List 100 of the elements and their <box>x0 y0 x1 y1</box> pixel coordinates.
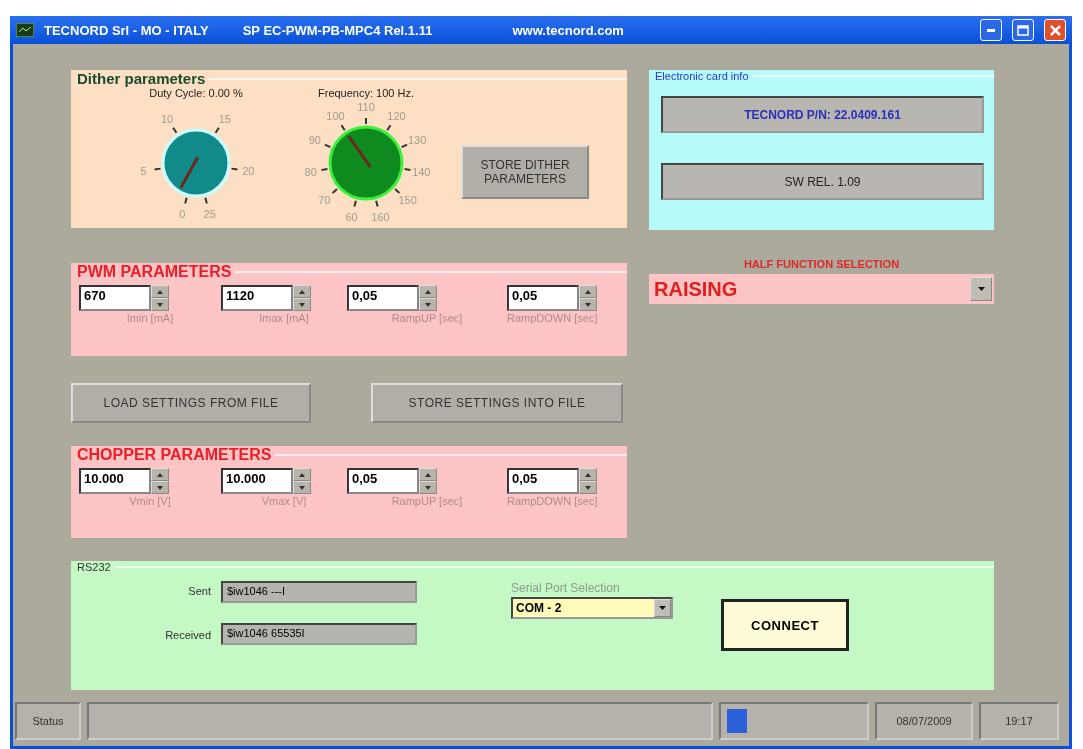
down-arrow-icon <box>425 485 431 490</box>
down-arrow-icon <box>157 302 163 307</box>
up-arrow-icon <box>585 472 591 477</box>
dial-tick-label: 15 <box>218 112 231 125</box>
spin-up-button[interactable] <box>419 285 437 298</box>
dial-tick-label: 140 <box>412 165 431 178</box>
number-field[interactable]: 10.000 <box>79 468 151 494</box>
dial-tick-label: 100 <box>326 110 345 123</box>
connect-button[interactable]: CONNECT <box>721 599 849 651</box>
number-field[interactable]: 0,05 <box>347 285 419 311</box>
down-arrow-icon <box>425 302 431 307</box>
close-button[interactable] <box>1044 19 1066 41</box>
file-button[interactable]: LOAD SETTINGS FROM FILE <box>71 383 311 423</box>
spin-up-button[interactable] <box>151 285 169 298</box>
dial-tick-label: 0 <box>179 208 186 221</box>
knob-caption: Frequency: 100 Hz. <box>318 87 414 99</box>
dropdown-label: Serial Port Selection <box>511 581 621 595</box>
dial-tick-label: 80 <box>304 165 317 178</box>
spin-down-button[interactable] <box>579 481 597 494</box>
up-arrow-icon <box>299 472 305 477</box>
file-button[interactable]: STORE SETTINGS INTO FILE <box>371 383 623 423</box>
status-time: 19:17 <box>979 702 1059 740</box>
dial-tick-label: 160 <box>371 211 390 224</box>
number-field[interactable]: 10.000 <box>221 468 293 494</box>
window-title: TECNORD Srl - MO - ITALY <box>44 22 209 38</box>
dial-tick-label: 70 <box>318 194 331 207</box>
spin-up-button[interactable] <box>419 468 437 481</box>
field-label: Imin [mA] <box>126 312 174 324</box>
down-arrow-icon <box>299 302 305 307</box>
number-field[interactable]: 0,05 <box>507 285 579 311</box>
spin-down-button[interactable] <box>293 298 311 311</box>
spin-down-button[interactable] <box>151 481 169 494</box>
field-label: Imax [mA] <box>259 312 309 324</box>
group-title: PWM PARAMETERS <box>77 263 232 281</box>
number-field[interactable]: 1120 <box>221 285 293 311</box>
store-dither-button[interactable]: STORE DITHER PARAMETERS <box>461 145 589 199</box>
spin-up-button[interactable] <box>579 468 597 481</box>
dial-tick-label: 90 <box>308 134 321 147</box>
dial-tick-label: 5 <box>140 165 147 178</box>
field-label: Vmax [V] <box>261 495 307 507</box>
maximize-button[interactable] <box>1012 19 1034 41</box>
close-icon <box>1049 24 1061 36</box>
spin-up-button[interactable] <box>151 468 169 481</box>
up-arrow-icon <box>425 472 431 477</box>
group-title: Dither parameters <box>77 70 206 87</box>
sent-field[interactable]: $iw1046 ---I <box>221 581 417 603</box>
minimize-icon <box>987 28 995 32</box>
spin-down-button[interactable] <box>293 481 311 494</box>
maximize-icon <box>1017 24 1029 36</box>
up-arrow-icon <box>157 472 163 477</box>
field-label: Vmin [V] <box>129 495 171 507</box>
group-title: RS232 <box>77 561 111 573</box>
knob-caption: Duty Cycle: 0.00 % <box>149 87 243 99</box>
window-title: www.tecnord.com <box>512 22 624 38</box>
spin-down-button[interactable] <box>419 481 437 494</box>
up-arrow-icon <box>299 289 305 294</box>
spin-up-button[interactable] <box>293 285 311 298</box>
received-field[interactable]: $iw1046 65535I <box>221 623 417 645</box>
dial-tick-label: 25 <box>203 208 216 221</box>
up-arrow-icon <box>585 289 591 294</box>
field-label: Sent <box>187 585 212 599</box>
status-date: 08/07/2009 <box>875 702 973 740</box>
down-arrow-icon <box>585 485 591 490</box>
field-label: RampDOWN [sec] <box>507 495 598 507</box>
spin-down-button[interactable] <box>579 298 597 311</box>
sw-release-display: SW REL. 1.09 <box>661 163 984 200</box>
up-arrow-icon <box>157 289 163 294</box>
number-field[interactable]: 670 <box>79 285 151 311</box>
app-icon <box>16 23 34 37</box>
dial-tick-label: 130 <box>408 134 427 147</box>
port-dropdown[interactable]: COM - 2 <box>511 597 673 619</box>
minimize-button[interactable] <box>980 19 1002 41</box>
field-label: RampUP [sec] <box>391 495 463 507</box>
number-field[interactable]: 0,05 <box>347 468 419 494</box>
dial-tick-label: 60 <box>345 211 358 224</box>
spin-up-button[interactable] <box>293 468 311 481</box>
spin-down-button[interactable] <box>151 298 169 311</box>
field-label: Received <box>164 629 212 643</box>
dial-tick-label: 150 <box>398 194 417 207</box>
down-arrow-icon <box>299 485 305 490</box>
dropdown-arrow-icon <box>659 606 666 610</box>
group-title: CHOPPER PARAMETERS <box>77 446 272 464</box>
dial-tick-label: 120 <box>387 110 406 123</box>
field-label: RampUP [sec] <box>391 312 463 324</box>
number-field[interactable]: 0,05 <box>507 468 579 494</box>
spin-down-button[interactable] <box>419 298 437 311</box>
group-title: Electronic card info <box>655 70 749 82</box>
status-label: Status <box>15 702 81 740</box>
down-arrow-icon <box>157 485 163 490</box>
window-title: SP EC-PWM-PB-MPC4 Rel.1.11 <box>242 22 433 38</box>
dropdown-arrow-icon <box>977 287 985 291</box>
dial-tick-label: 20 <box>242 165 255 178</box>
dropdown-label: HALF FUNCTION SELECTION <box>742 258 901 270</box>
spin-up-button[interactable] <box>579 285 597 298</box>
part-number-display: TECNORD P/N: 22.0409.161 <box>661 96 984 133</box>
field-label: RampDOWN [sec] <box>507 312 598 324</box>
down-arrow-icon <box>585 302 591 307</box>
dial-tick-label: 10 <box>161 112 174 125</box>
dial-tick-label: 110 <box>357 101 375 113</box>
up-arrow-icon <box>425 289 431 294</box>
